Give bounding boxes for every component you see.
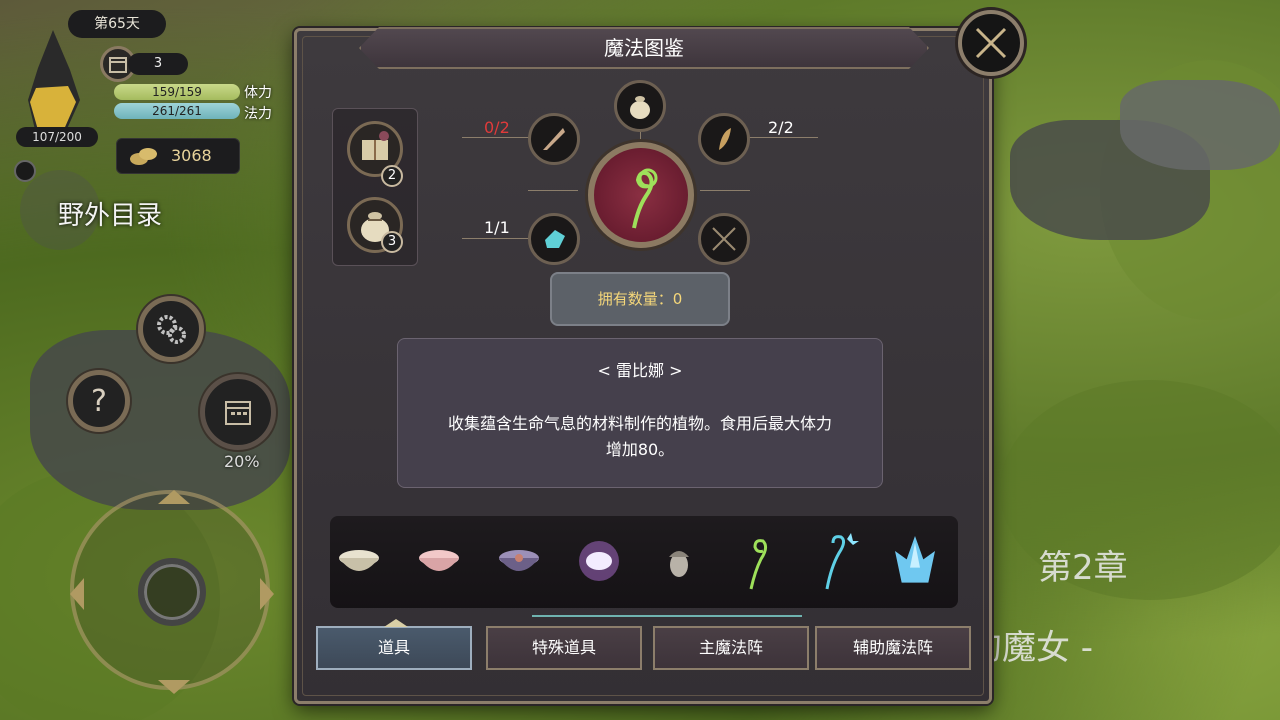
arrow-right-icon	[260, 578, 274, 610]
close-icon	[975, 27, 1007, 59]
arrow-left-icon	[70, 578, 84, 610]
tab-label: 特殊道具	[531, 638, 596, 657]
item-name: < 雷比娜 >	[597, 361, 683, 380]
gold-counter: 3068	[116, 138, 240, 174]
progress-percent: 20%	[224, 452, 260, 471]
connector-line	[748, 137, 818, 138]
strip-scrollbar[interactable]	[532, 615, 802, 617]
item-description-panel: < 雷比娜 > 收集蕴含生命气息的材料制作的植物。食用后最大体力 增加80。	[397, 338, 883, 488]
calendar-count: 3	[128, 53, 188, 75]
tab-main-magic-circle[interactable]: 主魔法阵	[653, 626, 809, 670]
active-tab-indicator-icon	[384, 619, 408, 627]
chapter-title: 第2章	[1038, 548, 1128, 588]
dialog-title: 魔法图鉴	[359, 27, 929, 69]
bowl-pink-icon[interactable]	[414, 536, 464, 586]
tab-label: 道具	[377, 638, 410, 657]
bowl-cream-icon[interactable]	[334, 536, 384, 586]
tab-support-magic-circle[interactable]: 辅助魔法阵	[815, 626, 971, 670]
sack-icon	[630, 96, 650, 119]
recipe-node-empty[interactable]	[698, 213, 750, 265]
item-description-line: 收集蕴含生命气息的材料制作的植物。食用后最大体力	[447, 414, 832, 433]
recipe-count-bottom-left: 1/1	[484, 218, 510, 237]
item-description: 收集蕴含生命气息的材料制作的植物。食用后最大体力 增加80。	[398, 411, 882, 463]
tab-items[interactable]: 道具	[316, 619, 472, 670]
recipe-count-top-right: 2/2	[768, 118, 794, 137]
blue-staff-icon[interactable]	[814, 533, 864, 590]
ingredient-count: 2	[381, 165, 403, 187]
item-strip[interactable]	[330, 516, 958, 608]
help-icon: ?	[91, 383, 107, 419]
arrow-up-icon	[158, 490, 190, 504]
recipe-node-gem[interactable]	[528, 213, 580, 265]
mana-label: 法力	[244, 106, 272, 122]
status-dot	[14, 160, 36, 182]
green-sprout-icon[interactable]	[734, 536, 784, 590]
owned-quantity: 拥有数量：0	[550, 272, 730, 326]
recipe-node-sack[interactable]	[614, 80, 666, 132]
ice-crystal-icon[interactable]	[890, 536, 940, 586]
connector-line	[462, 137, 532, 138]
item-description-line: 增加80。	[605, 440, 675, 459]
help-button[interactable]: ?	[68, 370, 130, 432]
recipe-node-feather[interactable]	[528, 113, 580, 165]
close-button[interactable]	[958, 10, 1024, 76]
settings-gear-button[interactable]	[138, 296, 204, 362]
recipe-node-seed[interactable]	[698, 113, 750, 165]
gold-amount: 3068	[171, 146, 212, 165]
joystick-knob[interactable]	[138, 558, 206, 626]
seed-icon	[719, 128, 731, 150]
crystal-value: 107/200	[16, 127, 98, 147]
gear-icon	[157, 315, 186, 344]
result-item-node[interactable]	[588, 142, 694, 248]
cross-icon	[712, 227, 736, 251]
feather-icon	[543, 128, 565, 150]
movement-joystick[interactable]	[70, 490, 274, 694]
calendar-progress-button[interactable]	[200, 374, 276, 450]
green-sprout-icon	[632, 168, 658, 229]
tab-special-items[interactable]: 特殊道具	[486, 626, 642, 670]
bowl-purple-icon[interactable]	[494, 536, 544, 586]
tab-label: 辅助魔法阵	[852, 638, 933, 657]
gold-coins-icon	[130, 148, 157, 165]
connector-line	[462, 238, 532, 239]
arrow-down-icon	[158, 680, 190, 694]
calendar-icon	[225, 401, 251, 425]
ingredient-list: 2 3	[332, 108, 418, 266]
glow-orb-icon[interactable]	[574, 536, 624, 586]
stamina-label: 体力	[244, 85, 272, 101]
cyan-gem-icon	[545, 230, 565, 248]
stamina-bar: 159/159	[114, 84, 240, 100]
acorn-icon[interactable]	[654, 536, 704, 586]
recipe-count-top-left: 0/2	[484, 118, 510, 137]
mana-bar: 261/261	[114, 103, 240, 119]
connector-line	[528, 190, 578, 191]
connector-line	[700, 190, 750, 191]
tab-label: 主魔法阵	[698, 638, 763, 657]
wild-menu-label: 野外目录	[58, 201, 163, 231]
ingredient-count: 3	[381, 231, 403, 253]
